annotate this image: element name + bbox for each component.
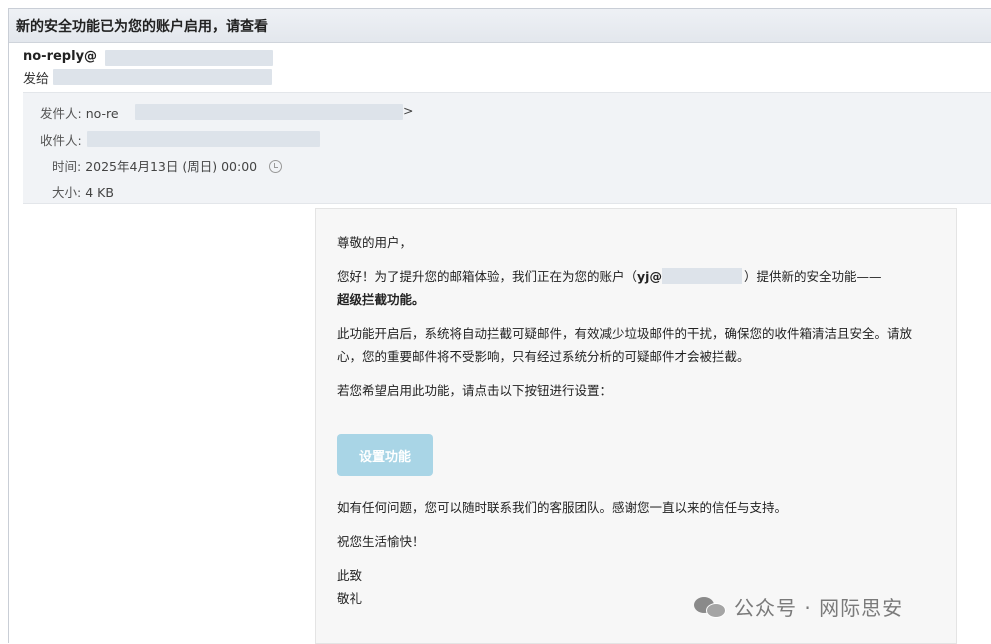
meta-from-suffix: > bbox=[403, 103, 414, 118]
wechat-icon bbox=[694, 595, 728, 619]
meta-from-value[interactable]: no-re bbox=[86, 106, 119, 121]
meta-time-value: 2025年4月13日 (周日) 00:00 bbox=[85, 159, 258, 174]
closing-line-1: 此致 bbox=[337, 568, 363, 583]
wechat-watermark: 公众号 · 网际思安 bbox=[694, 592, 903, 621]
account-address: yj@ bbox=[637, 265, 744, 288]
body-paragraph-3: 若您希望启用此功能，请点击以下按钮进行设置： bbox=[337, 383, 613, 398]
meta-from-row: 发件人: no-re > bbox=[40, 103, 414, 121]
body-paragraph-4: 如有任何问题，您可以随时联系我们的客服团队。感谢您一直以来的信任与支持。 bbox=[337, 500, 788, 515]
redacted-to-address bbox=[87, 131, 320, 147]
sender-address[interactable]: no-reply@ bbox=[23, 49, 273, 66]
email-body-card: 尊敬的用户， 您好！为了提升您的邮箱体验，我们正在为您的账户（yj@ ）提供新的安… bbox=[315, 208, 957, 644]
email-meta-panel: 发件人: no-re > 收件人: 时间: 2025年4月13日 (周日) 00… bbox=[23, 92, 991, 204]
redacted-from-address bbox=[135, 104, 403, 120]
meta-size-row: 大小: 4 KB bbox=[52, 185, 114, 200]
body-paragraph-1: 您好！为了提升您的邮箱体验，我们正在为您的账户（yj@ ）提供新的安全功能—— 超… bbox=[337, 265, 934, 311]
feature-name: 超级拦截功能。 bbox=[337, 292, 425, 307]
meta-to-row: 收件人: bbox=[40, 130, 320, 149]
redacted-account-domain bbox=[661, 268, 742, 284]
sender-block: no-reply@ 发给 bbox=[23, 49, 273, 87]
body-greeting: 尊敬的用户， bbox=[337, 235, 413, 250]
setup-feature-button[interactable]: 设置功能 bbox=[337, 434, 433, 476]
body-paragraph-2: 此功能开启后，系统将自动拦截可疑邮件，有效减少垃圾邮件的干扰，确保您的收件箱清洁… bbox=[337, 326, 913, 364]
redacted-sender-domain bbox=[105, 50, 273, 66]
email-window: 新的安全功能已为您的账户启用，请查看 no-reply@ 发给 发件人: no-… bbox=[8, 8, 991, 644]
email-subject-bar: 新的安全功能已为您的账户启用，请查看 bbox=[9, 9, 991, 43]
meta-size-value: 4 KB bbox=[85, 185, 114, 200]
body-paragraph-5: 祝您生活愉快！ bbox=[337, 534, 425, 549]
recipient-line: 发给 bbox=[23, 68, 272, 87]
email-subject: 新的安全功能已为您的账户启用，请查看 bbox=[16, 19, 268, 35]
redacted-recipient bbox=[53, 69, 272, 85]
history-icon[interactable] bbox=[269, 160, 283, 173]
meta-time-row: 时间: 2025年4月13日 (周日) 00:00 bbox=[52, 156, 283, 175]
